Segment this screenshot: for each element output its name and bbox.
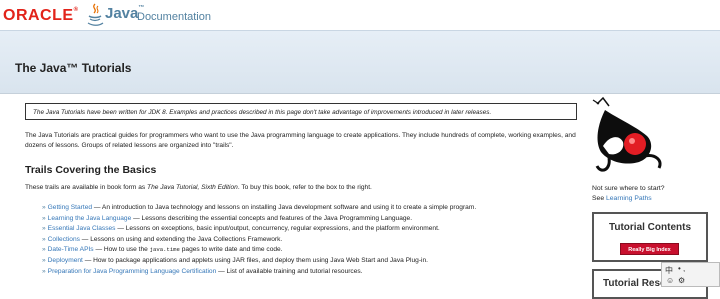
java-word: Java <box>105 5 139 22</box>
ime-emoji-icon[interactable]: ☺ <box>666 276 674 285</box>
learning-paths-note: Not sure where to start? See Learning Pa… <box>592 184 665 204</box>
see-text: See <box>592 195 606 202</box>
code-java-time: java.time <box>149 246 180 254</box>
trail-desc: — How to package applications and applet… <box>82 256 429 264</box>
book-title: The Java Tutorial, Sixth Edition <box>147 184 238 191</box>
trail-link-learning-language[interactable]: Learning the Java Language <box>48 215 132 222</box>
not-sure-text: Not sure where to start? <box>592 185 665 192</box>
trail-desc: — Lessons on exceptions, basic input/out… <box>115 225 440 233</box>
trail-desc: — Lessons describing the essential conce… <box>131 214 413 222</box>
trail-desc: — An introduction to Java technology and… <box>92 204 477 211</box>
trails-note: These trails are available in book form … <box>25 184 372 191</box>
ime-punctuation-icon[interactable]: • , <box>678 264 685 273</box>
section-title: Trails Covering the Basics <box>25 164 157 176</box>
trail-link-deployment[interactable]: Deployment <box>48 257 83 264</box>
top-header: ORACLE® Java™ Documentation <box>0 0 720 30</box>
ime-toolbar[interactable]: 中 • , ☺ ⚙ <box>661 262 720 287</box>
list-item: » Date-Time APIs — How to use the java.ti… <box>42 245 476 256</box>
list-item: » Collections — Lessons on using and exte… <box>42 235 476 246</box>
list-item: » Preparation for Java Programming Langua… <box>42 267 476 278</box>
tutorial-contents-box: Tutorial Contents Really Big Index <box>592 212 708 262</box>
bullet-icon: » <box>42 214 46 222</box>
trail-desc: — Lessons on using and extending the Jav… <box>79 235 283 243</box>
really-big-index-button[interactable]: Really Big Index <box>620 243 679 255</box>
bullet-icon: » <box>42 204 46 211</box>
trail-link-getting-started[interactable]: Getting Started <box>48 204 92 211</box>
trails-note-after: . To buy this book, refer to the box to … <box>237 184 372 191</box>
trail-list: » Getting Started — An introduction to Ja… <box>42 203 476 277</box>
bullet-icon: » <box>42 235 46 243</box>
learning-paths-link[interactable]: Learning Paths <box>606 195 652 202</box>
ime-settings-icon[interactable]: ⚙ <box>678 276 685 285</box>
title-band: The Java™ Tutorials <box>0 30 720 94</box>
list-item: » Learning the Java Language — Lessons de… <box>42 214 476 225</box>
bullet-icon: » <box>42 256 46 264</box>
oracle-logo[interactable]: ORACLE® <box>3 7 78 25</box>
list-item: » Essential Java Classes — Lessons on exc… <box>42 224 476 235</box>
java-cup-icon[interactable] <box>86 2 106 28</box>
tutorial-contents-title: Tutorial Contents <box>608 222 692 233</box>
oracle-reg-mark: ® <box>73 7 79 13</box>
bullet-icon: » <box>42 267 46 275</box>
bullet-icon: » <box>42 225 46 233</box>
trail-link-collections[interactable]: Collections <box>48 236 80 243</box>
bullet-icon: » <box>42 246 46 254</box>
trail-desc: — How to use the <box>93 246 150 254</box>
list-item: » Deployment — How to package application… <box>42 256 476 267</box>
jdk8-notice: The Java Tutorials have been written for… <box>25 103 577 120</box>
list-item: » Getting Started — An introduction to Ja… <box>42 203 476 214</box>
duke-mascot <box>592 96 662 172</box>
trail-desc: pages to write date and time code. <box>179 246 283 254</box>
trail-desc: — List of available training and tutoria… <box>216 267 363 275</box>
documentation-link[interactable]: Documentation <box>137 11 211 23</box>
trail-link-essential-classes[interactable]: Essential Java Classes <box>48 225 116 232</box>
trail-link-date-time[interactable]: Date-Time APIs <box>48 246 94 253</box>
page-title: The Java™ Tutorials <box>15 61 132 75</box>
oracle-logo-text: ORACLE <box>3 7 74 24</box>
trail-link-certification[interactable]: Preparation for Java Programming Languag… <box>48 268 217 275</box>
intro-paragraph: The Java Tutorials are practical guides … <box>25 132 576 149</box>
ime-chinese-icon[interactable]: 中 <box>665 265 673 276</box>
trails-note-before: These trails are available in book form … <box>25 184 148 191</box>
